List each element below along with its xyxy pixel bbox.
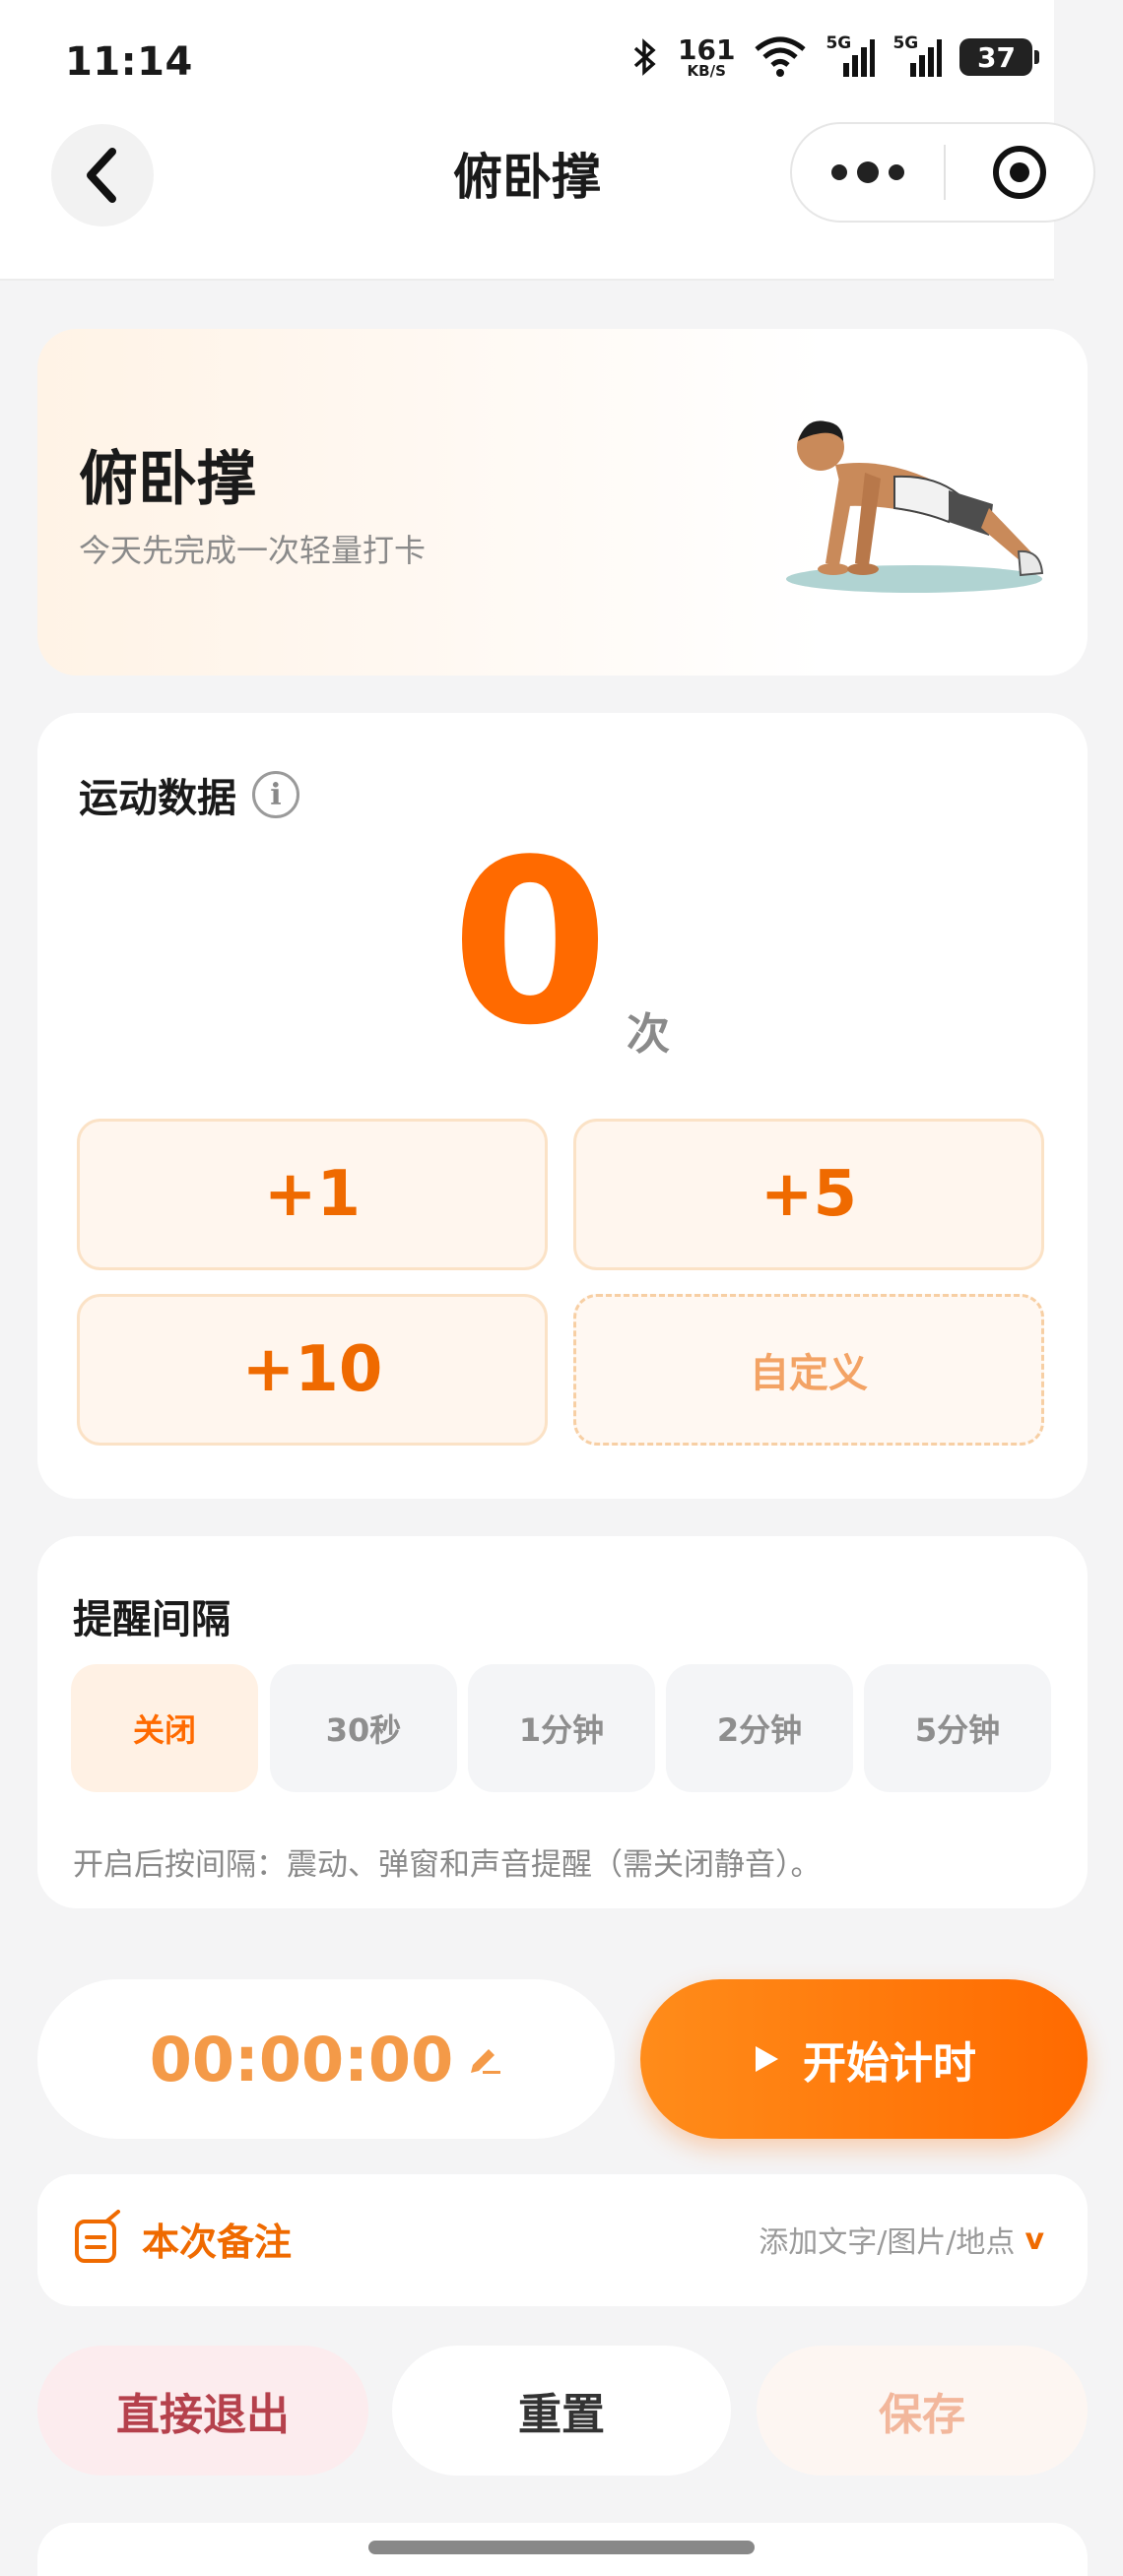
reminder-title: 提醒间隔: [73, 1597, 231, 1642]
note-label: 本次备注: [142, 2221, 293, 2264]
stats-header: 运动数据 i: [79, 766, 299, 823]
close-button[interactable]: [946, 143, 1093, 202]
interval-option-off[interactable]: 关闭: [71, 1664, 258, 1792]
interval-option-5min[interactable]: 5分钟: [864, 1664, 1051, 1792]
more-dot-icon: [857, 161, 879, 183]
custom-add-button[interactable]: 自定义: [573, 1294, 1044, 1446]
pushup-illustration: [786, 420, 1044, 593]
timer-value: 00:00:00: [149, 2023, 454, 2095]
status-time: 11:14: [65, 39, 193, 85]
signal-5g-2: 5G: [892, 33, 943, 77]
more-dot-icon: [831, 164, 847, 180]
add-5-button[interactable]: +5: [573, 1119, 1044, 1270]
more-dot-icon: [889, 164, 904, 180]
chevron-down-icon: v: [1024, 2222, 1044, 2257]
rep-unit: 次: [627, 1009, 670, 1060]
reminder-interval-card: 提醒间隔 关闭 30秒 1分钟 2分钟 5分钟 开启后按间隔：震动、弹窗和声音提…: [37, 1536, 1088, 1908]
signal-5g-1: 5G: [826, 33, 876, 77]
home-indicator[interactable]: [368, 2541, 755, 2554]
rep-count: 0: [451, 812, 610, 1075]
info-icon[interactable]: i: [252, 771, 299, 818]
target-close-icon: [993, 146, 1046, 199]
exit-button[interactable]: 直接退出: [37, 2346, 368, 2476]
note-bar[interactable]: 本次备注 添加文字/图片/地点 v: [37, 2174, 1088, 2306]
add-10-button[interactable]: +10: [77, 1294, 548, 1446]
notepad-icon: [75, 2210, 120, 2263]
interval-option-2min[interactable]: 2分钟: [666, 1664, 853, 1792]
wifi-icon: [755, 36, 807, 77]
timer-display[interactable]: 00:00:00: [37, 1979, 615, 2139]
note-hint: 添加文字/图片/地点 v: [759, 2218, 1044, 2261]
note-hint-text: 添加文字/图片/地点: [759, 2225, 1016, 2260]
battery-icon: 37: [959, 38, 1040, 76]
reminder-note: 开启后按间隔：震动、弹窗和声音提醒（需关闭静音）。: [73, 1847, 822, 1883]
add-1-button[interactable]: +1: [77, 1119, 548, 1270]
reset-button[interactable]: 重置: [392, 2346, 731, 2476]
hero-title: 俯卧撑: [79, 445, 256, 514]
stats-title: 运动数据: [79, 776, 236, 821]
more-button[interactable]: [792, 161, 944, 183]
edit-pencil-icon: [471, 2049, 501, 2074]
save-button[interactable]: 保存: [757, 2346, 1088, 2476]
exercise-hero-card: 俯卧撑 今天先完成一次轻量打卡: [37, 329, 1088, 676]
start-timer-label: 开始计时: [803, 2038, 976, 2089]
hero-subtitle: 今天先完成一次轻量打卡: [79, 532, 427, 569]
bluetooth-icon: [633, 38, 656, 76]
mini-program-capsule: [790, 122, 1095, 223]
status-icons: 161 KB/S 5G 5G 37: [630, 32, 1040, 80]
start-timer-button[interactable]: 开始计时: [640, 1979, 1088, 2139]
interval-option-1min[interactable]: 1分钟: [468, 1664, 655, 1792]
interval-option-30s[interactable]: 30秒: [270, 1664, 457, 1792]
net-speed: 161 KB/S: [678, 32, 736, 80]
exercise-stats-card: 运动数据 i 0 次 +1 +5 +10 自定义: [37, 713, 1088, 1499]
play-icon: [756, 2046, 778, 2072]
